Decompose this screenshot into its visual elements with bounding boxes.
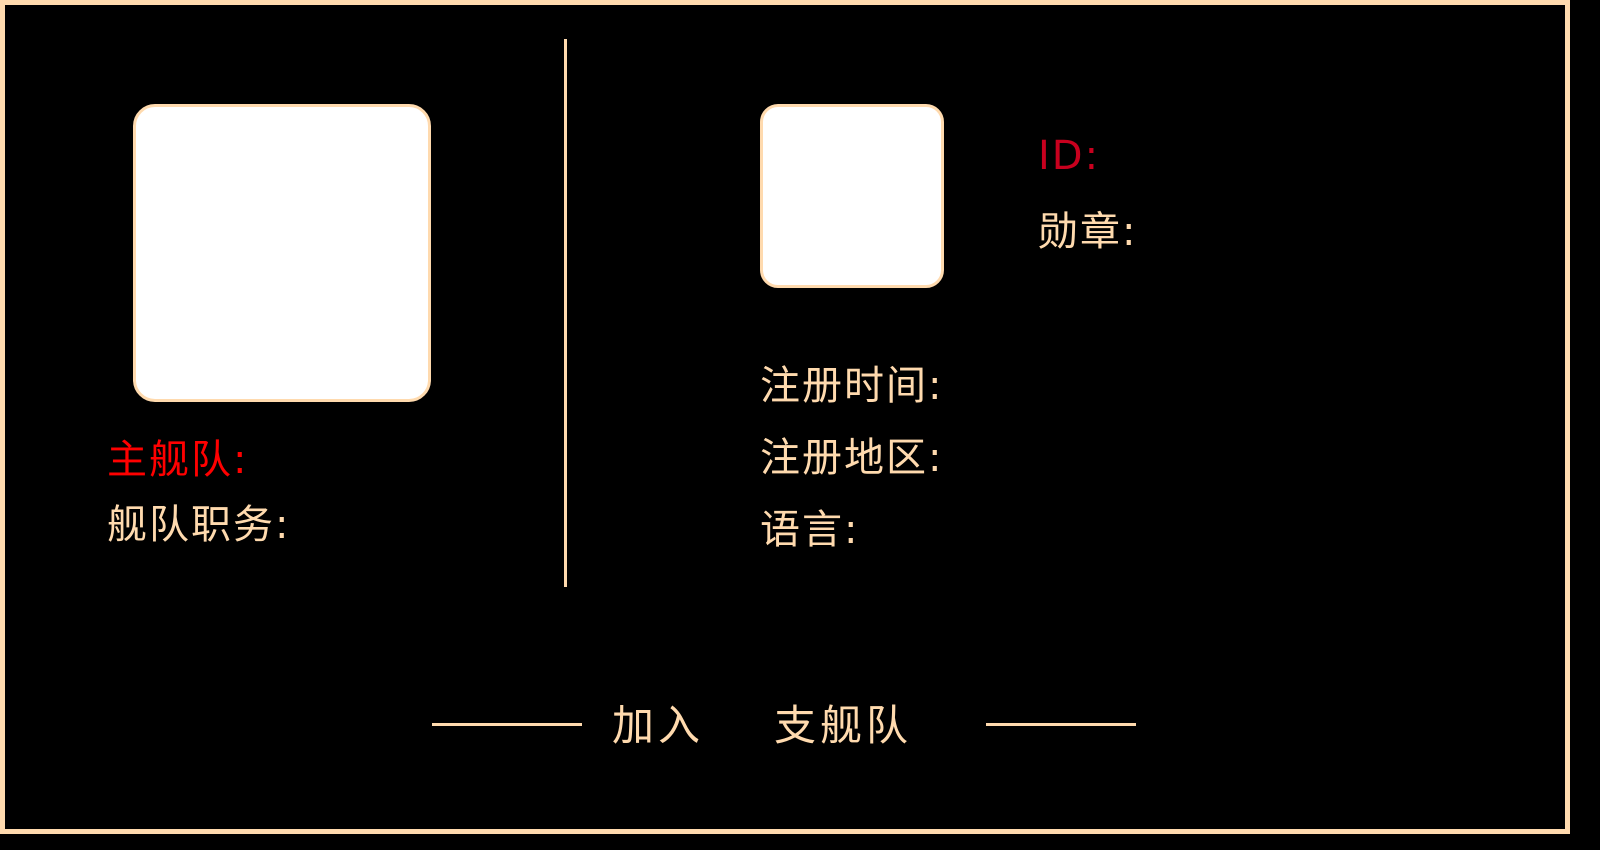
join-sub-fleet-button[interactable]: 加入 支舰队: [612, 696, 912, 756]
main-fleet-label: 主舰队:: [107, 437, 249, 483]
join-right-line: [986, 723, 1136, 726]
register-region-label: 注册地区:: [760, 435, 944, 481]
join-word-2: 支舰队: [774, 701, 913, 750]
language-label: 语言:: [760, 507, 860, 553]
join-word-1: 加入: [612, 701, 705, 750]
player-id-label: ID:: [1038, 133, 1101, 179]
avatar[interactable]: [760, 104, 944, 288]
section-divider: [564, 39, 567, 587]
fleet-role-label: 舰队职务:: [107, 502, 291, 548]
register-time-label: 注册时间:: [760, 363, 944, 409]
medal-label: 勋章:: [1038, 209, 1138, 255]
join-left-line: [432, 723, 582, 726]
fleet-emblem-image[interactable]: [133, 104, 431, 402]
